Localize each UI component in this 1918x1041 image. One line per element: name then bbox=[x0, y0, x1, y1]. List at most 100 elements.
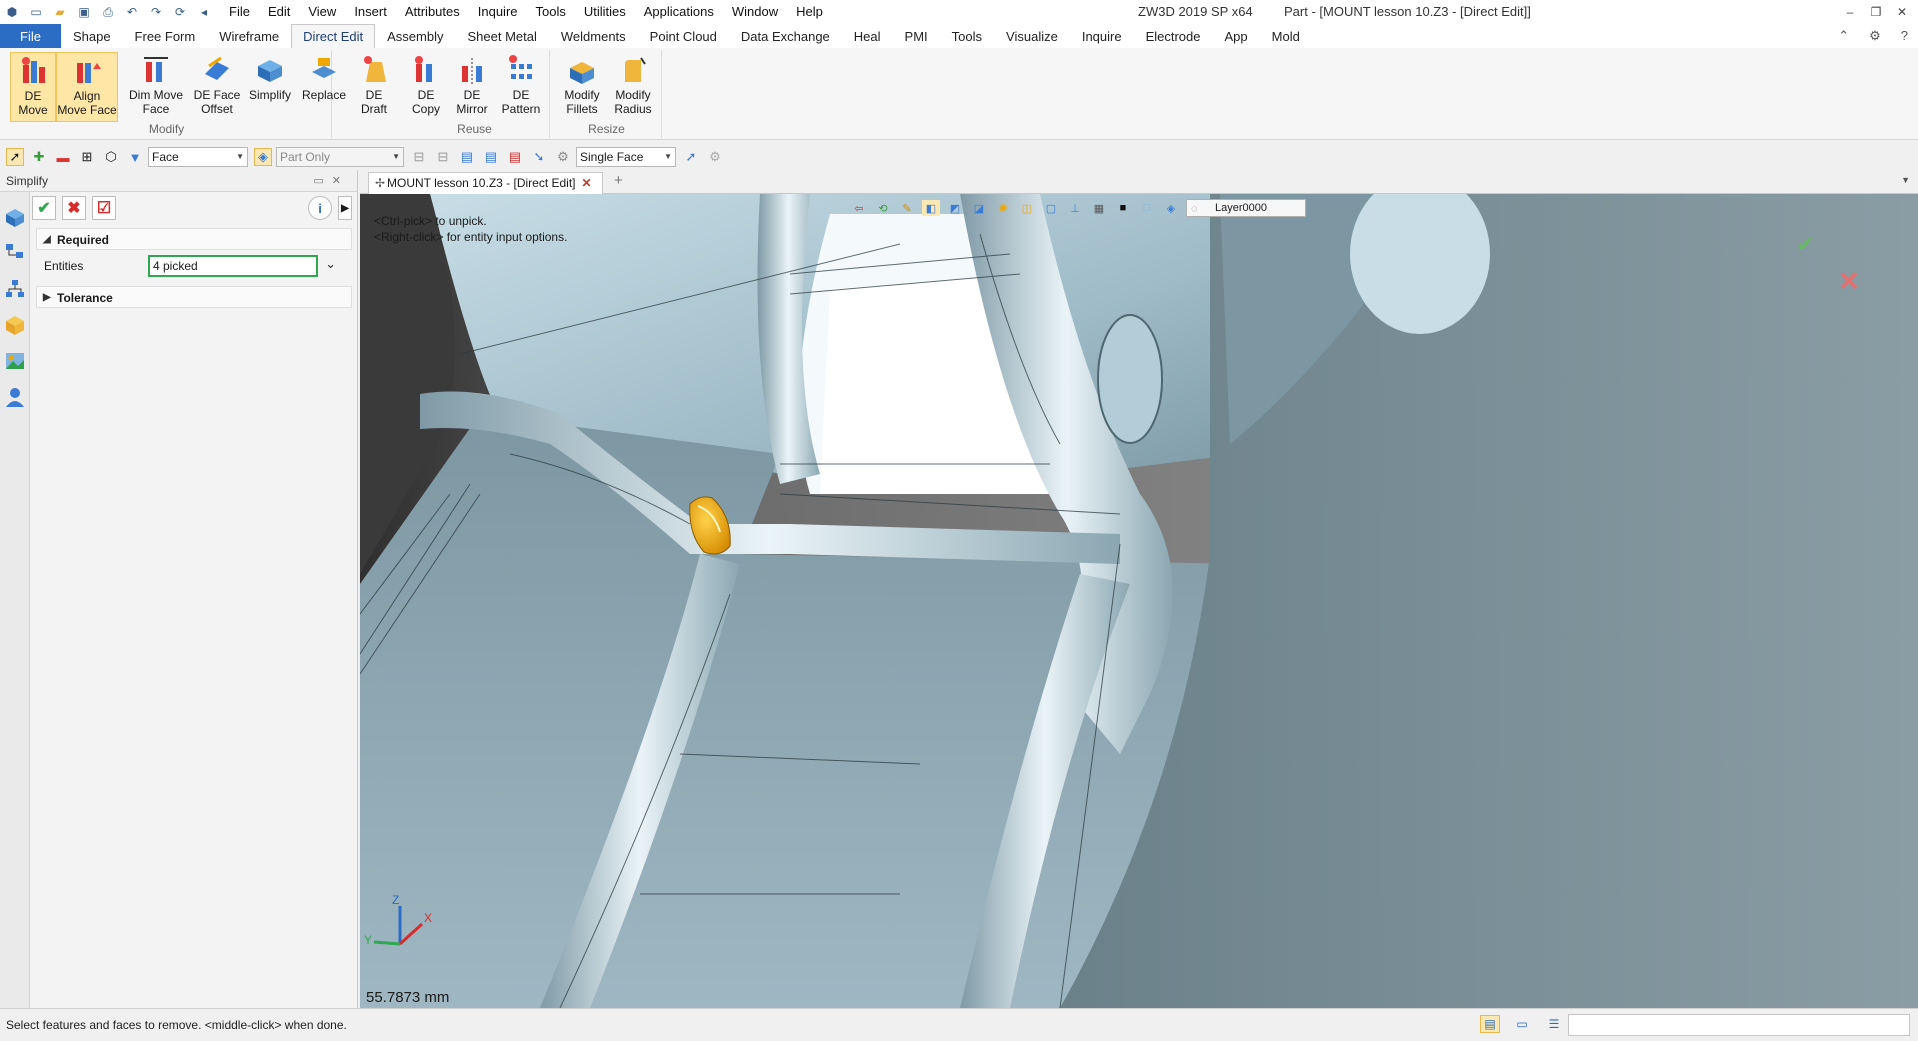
exit-icon[interactable]: ⇦ bbox=[850, 200, 868, 216]
section-view-icon[interactable]: ◫ bbox=[1018, 200, 1036, 216]
dim-move-face-button[interactable]: Dim Move Face bbox=[126, 52, 186, 122]
info-icon[interactable]: i bbox=[308, 196, 332, 220]
tolerance-section[interactable]: ▶ Tolerance bbox=[36, 286, 352, 308]
color-swatch-icon[interactable]: ■ bbox=[1114, 200, 1132, 216]
tab-assembly[interactable]: Assembly bbox=[375, 24, 455, 48]
simplify-button[interactable]: Simplify bbox=[246, 52, 294, 122]
tab-wireframe[interactable]: Wireframe bbox=[207, 24, 291, 48]
tab-list-icon[interactable]: ▼ bbox=[1901, 175, 1910, 185]
visual-manager-icon[interactable] bbox=[4, 350, 26, 372]
pick-cursor-icon[interactable]: ➚ bbox=[6, 148, 24, 166]
modify-fillets-button[interactable]: Modify Fillets bbox=[558, 52, 606, 122]
menu-view[interactable]: View bbox=[299, 0, 345, 24]
scope-combo[interactable]: Part Only ▼ bbox=[276, 147, 404, 167]
tab-inquire[interactable]: Inquire bbox=[1070, 24, 1134, 48]
menu-edit[interactable]: Edit bbox=[259, 0, 299, 24]
pick-through-icon[interactable]: ➚ bbox=[682, 148, 700, 166]
regen-icon[interactable]: ⟳ bbox=[172, 4, 188, 20]
pointer-filter-icon[interactable]: ➘ bbox=[530, 148, 548, 166]
sketch-filter-icon[interactable]: ⊟ bbox=[410, 148, 428, 166]
menu-attributes[interactable]: Attributes bbox=[396, 0, 469, 24]
remove-pick-icon[interactable]: ▬ bbox=[54, 148, 72, 166]
pick-options-icon[interactable]: ⚙ bbox=[706, 148, 724, 166]
view-rotate-icon[interactable]: ⟲ bbox=[874, 200, 892, 216]
view-cube-icon[interactable]: ◧ bbox=[922, 200, 940, 216]
apply-icon[interactable]: ☑ bbox=[92, 196, 116, 220]
menu-applications[interactable]: Applications bbox=[635, 0, 723, 24]
tab-data-exchange[interactable]: Data Exchange bbox=[729, 24, 842, 48]
back-arrow-icon[interactable]: ◂ bbox=[196, 4, 212, 20]
minimize-icon[interactable]: – bbox=[1844, 0, 1856, 24]
body-filter-icon[interactable]: ▤ bbox=[482, 148, 500, 166]
command-input[interactable] bbox=[1568, 1014, 1910, 1036]
print-icon[interactable]: ⎙ bbox=[100, 4, 116, 20]
sketch-pencil-icon[interactable]: ✎ bbox=[898, 200, 916, 216]
render-icon[interactable]: ▦ bbox=[1090, 200, 1108, 216]
pick-mode-combo[interactable]: Single Face ▼ bbox=[576, 147, 676, 167]
filter-icon[interactable]: ▼ bbox=[126, 148, 144, 166]
pick-settings-icon[interactable]: ⚙ bbox=[554, 148, 572, 166]
feature-filter-icon[interactable]: ▤ bbox=[458, 148, 476, 166]
new-file-icon[interactable]: ▭ bbox=[28, 4, 44, 20]
tab-weldments[interactable]: Weldments bbox=[549, 24, 638, 48]
viewport-cancel-icon[interactable]: ✕ bbox=[1838, 266, 1860, 297]
restore-icon[interactable]: ❐ bbox=[1870, 0, 1882, 24]
status-monitor-icon[interactable]: ▭ bbox=[1512, 1015, 1532, 1033]
tab-file[interactable]: File bbox=[0, 24, 61, 48]
menu-file[interactable]: File bbox=[220, 0, 259, 24]
tab-visualize[interactable]: Visualize bbox=[994, 24, 1070, 48]
settings-gear-icon[interactable]: ⚙ bbox=[1869, 24, 1881, 48]
part-model[interactable] bbox=[360, 194, 1918, 1008]
tab-sheet-metal[interactable]: Sheet Metal bbox=[456, 24, 549, 48]
align-move-face-button[interactable]: Align Move Face bbox=[56, 52, 118, 122]
menu-inquire[interactable]: Inquire bbox=[469, 0, 527, 24]
help-icon[interactable]: ? bbox=[1901, 24, 1908, 48]
panel-pin-icon[interactable]: ▭ bbox=[313, 175, 331, 187]
add-pick-icon[interactable]: ✚ bbox=[30, 148, 48, 166]
redo-icon[interactable]: ↷ bbox=[148, 4, 164, 20]
menu-window[interactable]: Window bbox=[723, 0, 787, 24]
view-orient-icon[interactable]: ◪ bbox=[970, 200, 988, 216]
filter-combo[interactable]: Face ▼ bbox=[148, 147, 248, 167]
cancel-x-icon[interactable]: ✖ bbox=[62, 196, 86, 220]
background-icon[interactable]: □ bbox=[1138, 200, 1156, 216]
de-mirror-button[interactable]: DE Mirror bbox=[450, 52, 494, 122]
menu-insert[interactable]: Insert bbox=[345, 0, 396, 24]
lasso-icon[interactable]: ⬡ bbox=[102, 148, 120, 166]
new-tab-icon[interactable]: + bbox=[614, 172, 623, 189]
tab-tools[interactable]: Tools bbox=[940, 24, 994, 48]
tab-mold[interactable]: Mold bbox=[1260, 24, 1312, 48]
de-draft-button[interactable]: DE Draft bbox=[354, 52, 394, 122]
layer-combo[interactable]: ◌ Layer0000 bbox=[1186, 199, 1306, 217]
tab-direct-edit[interactable]: Direct Edit bbox=[291, 24, 376, 48]
display-mode-icon[interactable]: ✺ bbox=[994, 200, 1012, 216]
tab-free-form[interactable]: Free Form bbox=[123, 24, 208, 48]
status-prompt-icon[interactable]: ▤ bbox=[1480, 1015, 1500, 1033]
entities-field[interactable]: 4 picked bbox=[148, 255, 318, 277]
menu-utilities[interactable]: Utilities bbox=[575, 0, 635, 24]
confirm-check-icon[interactable]: ✔ bbox=[32, 196, 56, 220]
close-tab-icon[interactable]: ✕ bbox=[582, 176, 592, 190]
modify-radius-button[interactable]: Modify Radius bbox=[608, 52, 658, 122]
viewport-ok-icon[interactable]: ✔ bbox=[1796, 232, 1814, 258]
close-window-icon[interactable]: ✕ bbox=[1896, 0, 1908, 24]
box-select-icon[interactable]: ⊞ bbox=[78, 148, 96, 166]
assembly-tree-icon[interactable] bbox=[4, 278, 26, 300]
panel-expand-icon[interactable]: ▶ bbox=[338, 196, 352, 220]
de-face-offset-button[interactable]: DE Face Offset bbox=[190, 52, 244, 122]
datum-icon[interactable]: ⊥ bbox=[1066, 200, 1084, 216]
simplify-tab-icon[interactable] bbox=[4, 206, 26, 228]
tab-app[interactable]: App bbox=[1213, 24, 1260, 48]
save-icon[interactable]: ▣ bbox=[76, 4, 92, 20]
layer-style-icon[interactable]: ◈ bbox=[1162, 200, 1180, 216]
status-list-icon[interactable]: ☰ bbox=[1544, 1015, 1564, 1033]
undo-icon[interactable]: ↶ bbox=[124, 4, 140, 20]
required-section[interactable]: ◢ Required bbox=[36, 228, 352, 250]
panel-close-icon[interactable]: ✕ bbox=[332, 175, 349, 187]
shape-filter-icon[interactable]: ▤ bbox=[506, 148, 524, 166]
menu-tools[interactable]: Tools bbox=[527, 0, 575, 24]
open-folder-icon[interactable]: ▰ bbox=[52, 4, 68, 20]
tab-heal[interactable]: Heal bbox=[842, 24, 893, 48]
menu-help[interactable]: Help bbox=[787, 0, 832, 24]
de-copy-button[interactable]: DE Copy bbox=[406, 52, 446, 122]
